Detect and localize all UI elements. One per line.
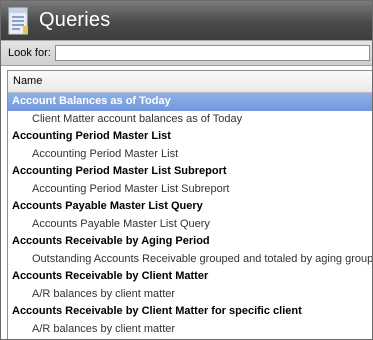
- list-item-description[interactable]: A/R balances by client matter: [8, 321, 372, 339]
- search-input[interactable]: [54, 45, 370, 61]
- list-item-title[interactable]: Accounts Receivable by Client Matter for…: [8, 303, 372, 321]
- page-title: Queries: [39, 9, 111, 31]
- list-item-title[interactable]: Accounting Period Master List: [8, 128, 372, 146]
- list-item-description[interactable]: Outstanding Accounts Receivable grouped …: [8, 251, 372, 269]
- list-item-description[interactable]: Accounting Period Master List: [8, 146, 372, 164]
- search-label: Look for:: [8, 47, 51, 59]
- queries-list: Name Account Balances as of Today Client…: [7, 70, 372, 339]
- list-item-description[interactable]: Accounting Period Master List Subreport: [8, 181, 372, 199]
- header-bar: Queries: [1, 1, 372, 40]
- list-item-title[interactable]: Accounts Receivable by Client Matter: [8, 268, 372, 286]
- list-item-title[interactable]: Account Balances as of Today: [8, 93, 372, 111]
- list-item-title[interactable]: Accounting Period Master List Subreport: [8, 163, 372, 181]
- queries-document-icon: [7, 6, 31, 36]
- list-item-title[interactable]: Accounts Payable Master List Query: [8, 198, 372, 216]
- list-item-description[interactable]: Client Matter account balances as of Tod…: [8, 111, 372, 129]
- list-item-description[interactable]: A/R balances by client matter: [8, 286, 372, 304]
- column-header-name[interactable]: Name: [8, 71, 372, 93]
- list-item-description[interactable]: Accounts Payable Master List Query: [8, 216, 372, 234]
- queries-window: Queries Look for: Name Account Balances …: [0, 0, 373, 340]
- list-item-title[interactable]: Accounts Receivable by Aging Period: [8, 233, 372, 251]
- search-bar: Look for:: [1, 40, 372, 66]
